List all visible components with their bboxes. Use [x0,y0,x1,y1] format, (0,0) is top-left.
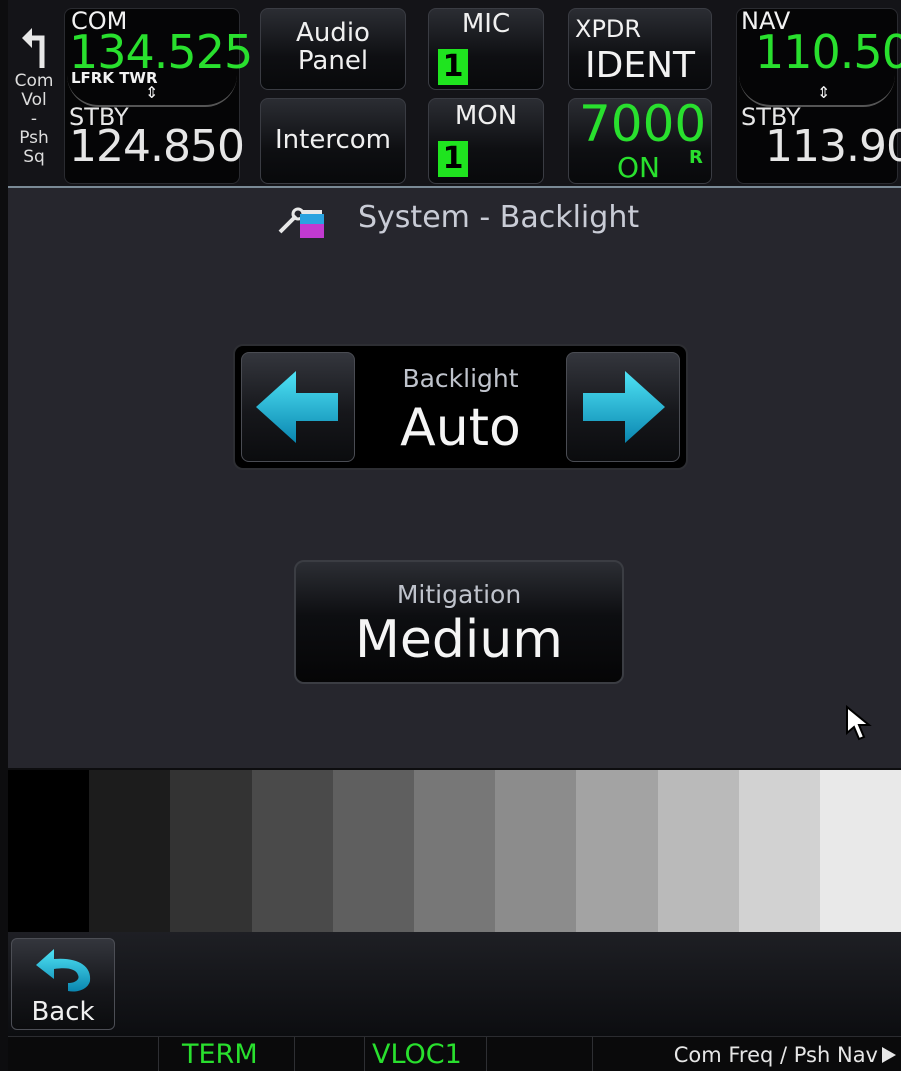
gray-swatch [657,770,739,932]
intercom-button[interactable]: Intercom [260,98,406,184]
gray-swatch [170,770,252,932]
return-arrow-icon [22,28,45,68]
gray-swatch [819,770,901,932]
gray-swatch [413,770,496,932]
xpdr-code-button[interactable]: 7000 ON R [568,95,712,184]
page-title-row: System - Backlight [8,196,901,238]
mon-label: MON [454,101,518,131]
gray-swatch [332,770,414,932]
mic-value-badge: 1 [438,49,468,85]
gray-swatch [495,770,577,932]
nav-mode-term: TERM [182,1039,258,1070]
xpdr-reply-indicator: R [689,147,703,168]
status-segment-term: TERM [158,1037,295,1071]
top-bar: Com Vol - Psh Sq COM 134.525 LFRK TWR ⇕ … [8,0,901,188]
nav-standby-frequency: 113.90 [765,121,901,172]
backlight-page: System - Backlight Backlight Auto Mitiga… [8,188,901,768]
bottom-button-bar: Back [8,932,901,1036]
back-arrow-icon [36,949,91,992]
com-vol-text: Com Vol - Psh Sq [8,72,60,167]
status-segment [294,1037,365,1071]
status-bar: TERM VLOC1 Com Freq / Psh Nav [8,1036,901,1071]
gray-swatch [576,770,658,932]
back-label: Back [31,997,95,1027]
gray-swatch [738,770,820,932]
audio-panel-button[interactable]: Audio Panel [260,8,406,90]
com-standby-frequency: 124.850 [69,121,245,172]
audio-panel-line1: Audio [296,18,370,48]
status-segment [486,1037,593,1071]
nav-frequency-tile[interactable]: NAV 110.50 ⇕ STBY 113.90 [736,7,901,184]
gray-swatch [251,770,333,932]
gray-swatch [8,770,90,932]
right-arrow-icon [583,371,665,443]
com-volume-knob-label[interactable]: Com Vol - Psh Sq [8,10,60,184]
status-segment-vloc: VLOC1 [364,1037,487,1071]
nav-active-frequency: 110.50 [755,25,901,79]
com-vol-line: Psh [19,128,49,148]
xpdr-ident-label: IDENT [585,45,696,86]
mon-value-badge: 1 [438,141,468,177]
nav-swap-icon[interactable]: ⇕ [817,83,830,102]
play-triangle-icon [882,1047,896,1063]
backlight-increase-button[interactable] [566,352,680,462]
mitigation-value: Medium [355,610,563,670]
back-button[interactable]: Back [11,938,115,1030]
xpdr-squawk-code: 7000 [579,95,707,153]
gray-swatch [89,770,171,932]
mic-label: MIC [461,9,511,39]
status-segment [8,1037,159,1071]
intercom-label: Intercom [275,125,391,155]
com-vol-line: Sq [23,147,45,167]
xpdr-ident-button[interactable]: XPDR IDENT [568,8,712,90]
com-vol-line: Vol [21,90,47,110]
audio-panel-label: Audio Panel [261,19,405,75]
xpdr-mode: ON [617,151,660,184]
nav-source-vloc: VLOC1 [372,1039,462,1070]
backlight-selector: Backlight Auto [233,344,688,470]
com-vol-line: Com [14,71,54,91]
grayscale-calibration-bar [8,770,901,932]
mitigation-button[interactable]: Mitigation Medium [294,560,624,684]
system-settings-icon [278,207,324,238]
mouse-pointer-icon [846,705,872,741]
mon-select-button[interactable]: MON 1 [428,98,544,184]
knob-hint-text: Com Freq / Psh Nav [673,1043,878,1067]
mitigation-label: Mitigation [396,580,522,609]
com-swap-icon[interactable]: ⇕ [145,83,158,102]
audio-panel-line2: Panel [297,46,369,76]
com-frequency-tile[interactable]: COM 134.525 LFRK TWR ⇕ STBY 124.850 [64,7,253,184]
xpdr-label: XPDR [575,15,642,43]
com-vol-line: - [30,109,38,129]
mic-select-button[interactable]: MIC 1 [428,8,544,90]
page-title: System - Backlight [358,200,640,235]
